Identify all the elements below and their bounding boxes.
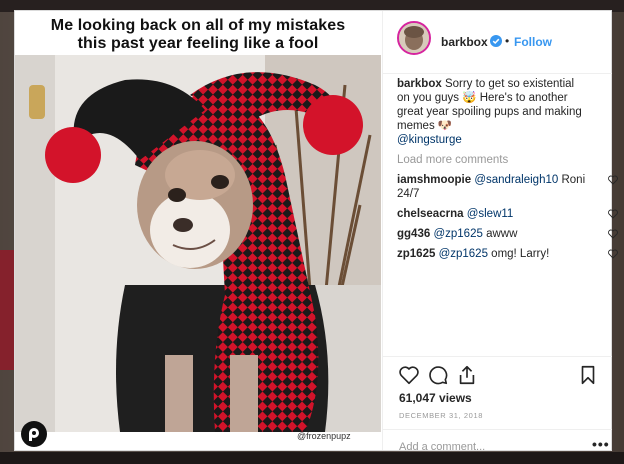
comment-text: awww: [486, 228, 518, 240]
load-more-comments-link[interactable]: Load more comments: [397, 153, 587, 167]
comment-mention[interactable]: @zp1625: [433, 228, 482, 240]
comment-mention[interactable]: @sandraleigh10: [474, 174, 558, 186]
caption-username[interactable]: barkbox: [397, 78, 442, 90]
heart-icon[interactable]: [398, 364, 420, 386]
comment-form: Add a comment... •••: [383, 429, 612, 453]
post-caption: barkbox Sorry to get so existential on y…: [397, 77, 587, 147]
comment-username[interactable]: chelseacrna: [397, 208, 464, 220]
more-options-button[interactable]: •••: [592, 436, 610, 452]
comment-username[interactable]: zp1625: [397, 248, 435, 260]
comment-username[interactable]: gg436: [397, 228, 430, 240]
post-sidebar: barkbox • Follow barkbox Sorry to get so…: [382, 11, 618, 453]
follow-button[interactable]: Follow: [514, 35, 552, 49]
avatar[interactable]: [397, 21, 431, 55]
post-author-username[interactable]: barkbox: [441, 35, 488, 49]
comment-username[interactable]: iamshmoopie: [397, 174, 471, 186]
comment-text: omg! Larry!: [491, 248, 550, 260]
watermark-handle: @frozenpupz: [297, 431, 351, 441]
comment-item: iamshmoopie @sandraleigh10 Roni 24/7: [397, 173, 618, 201]
comment-mention[interactable]: @slew11: [467, 208, 514, 220]
post-date: DECEMBER 31, 2018: [399, 411, 483, 420]
comment-like-heart-icon[interactable]: [608, 209, 618, 219]
comment-like-heart-icon[interactable]: [608, 229, 618, 239]
watermark-logo-icon: [21, 421, 47, 447]
comment-like-heart-icon[interactable]: [608, 175, 618, 185]
dog-jester-photo: [15, 55, 381, 432]
post-header: barkbox • Follow: [383, 11, 612, 74]
comment-item: zp1625 @zp1625 omg! Larry!: [397, 247, 618, 261]
share-icon[interactable]: [456, 364, 478, 386]
comment-item: gg436 @zp1625 awww: [397, 227, 618, 241]
post-modal: Me looking back on all of my mistakes th…: [14, 10, 618, 453]
meme-caption-line-2: this past year feeling like a fool: [77, 35, 319, 52]
add-comment-input[interactable]: Add a comment...: [399, 441, 485, 453]
comments-list: barkbox Sorry to get so existential on y…: [397, 77, 618, 261]
comment-item: chelseacrna @slew11: [397, 207, 618, 221]
bookmark-icon[interactable]: [577, 364, 599, 386]
view-count[interactable]: 61,047 views: [399, 391, 472, 405]
verified-badge-icon: [490, 35, 502, 47]
caption-mention[interactable]: @kingsturge: [397, 134, 462, 146]
post-actions: 61,047 views DECEMBER 31, 2018 Add a com…: [383, 356, 612, 453]
comment-mention[interactable]: @zp1625: [439, 248, 488, 260]
comment-like-heart-icon[interactable]: [608, 249, 618, 259]
meme-caption-line-1: Me looking back on all of my mistakes: [50, 17, 346, 34]
comment-icon[interactable]: [427, 364, 449, 386]
header-separator: •: [505, 34, 510, 48]
post-media[interactable]: Me looking back on all of my mistakes th…: [15, 11, 381, 450]
